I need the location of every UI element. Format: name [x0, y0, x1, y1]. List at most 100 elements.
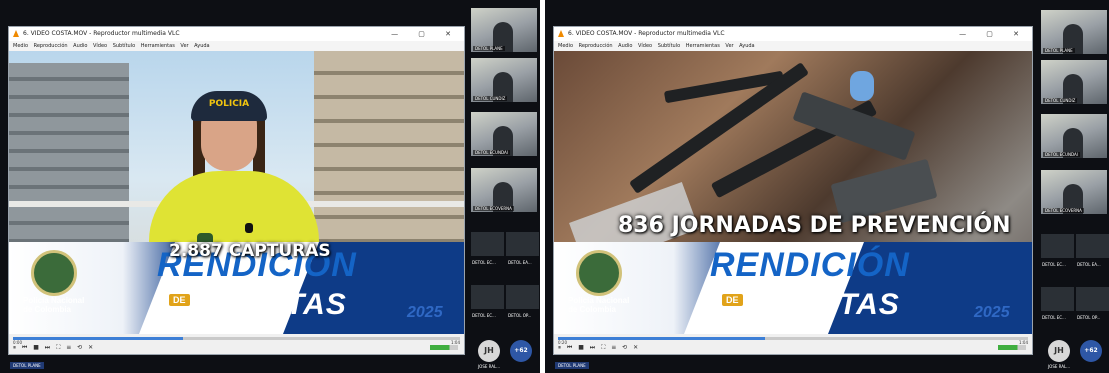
participant-mini-tile[interactable]	[1076, 234, 1109, 258]
participant-name: DETOL EA...	[1077, 262, 1101, 267]
control-buttons[interactable]: ⏸ ⏮ ■ ⏭ ⛶ ≡ ⟲ ✕	[13, 344, 95, 352]
menu-ayuda[interactable]: Ayuda	[194, 43, 209, 49]
org-name: Policía Nacional de Colombia	[568, 296, 629, 314]
participant-mini-tile[interactable]	[1041, 234, 1074, 258]
participant-name: DETOL ECOVERNA	[473, 206, 514, 211]
participant-name: DETOL EA...	[508, 260, 532, 265]
participant-avatar[interactable]: JH	[478, 340, 500, 362]
playback-controls: 0:20 1:04 ⏸ ⏮ ■ ⏭ ⛶ ≡ ⟲ ✕	[554, 334, 1032, 354]
banner-de: DE	[722, 294, 743, 306]
menu-ver[interactable]: Ver	[180, 43, 188, 49]
vlc-window[interactable]: 6. VIDEO COSTA.MOV - Reproductor multime…	[8, 26, 465, 355]
participant-name: DETOL EC...	[472, 313, 496, 318]
participant-name: DETOL CUNDIZ	[473, 96, 508, 101]
participant-name: DETOL OP...	[508, 313, 532, 318]
menu-herramientas[interactable]: Herramientas	[686, 43, 720, 49]
org-line-1: Policía Nacional	[23, 296, 85, 305]
participant-name: DETOL ECUNDAI	[473, 150, 510, 155]
menu-ayuda[interactable]: Ayuda	[739, 43, 754, 49]
video-caption: 836 JORNADAS DE PREVENCIÓN	[618, 213, 1011, 238]
menu-video[interactable]: Vídeo	[638, 43, 652, 49]
org-line-1: Policía Nacional	[568, 296, 630, 305]
participant-tile[interactable]: DETOL CUNDIZ	[471, 58, 537, 102]
speaker-tag: DETOL PLANE	[10, 362, 44, 369]
cap-text: POLICIA	[208, 99, 250, 109]
banner-cuentas: CUENTAS	[750, 288, 900, 321]
participant-tile[interactable]: DETOL ECOVERNA	[471, 168, 537, 212]
participant-tile[interactable]: DETOL PLANE	[471, 8, 537, 52]
participant-mini-tile[interactable]	[1076, 287, 1109, 311]
banner-rendicion: RENDICIÓN	[710, 246, 910, 284]
participant-name: DETOL ECUNDAI	[1043, 152, 1080, 157]
participant-tile[interactable]: DETOL ECUNDAI	[1041, 114, 1107, 158]
seek-progress	[558, 337, 765, 340]
participant-mini-tile[interactable]	[506, 232, 539, 256]
glove-hand	[850, 71, 874, 101]
banner-year: 2025	[974, 304, 1010, 321]
menu-audio[interactable]: Audio	[73, 43, 87, 49]
menu-medio[interactable]: Medio	[558, 43, 573, 49]
seek-bar[interactable]	[13, 337, 460, 340]
menu-bar: Medio Reproducción Audio Vídeo Subtítulo…	[9, 41, 464, 51]
participant-tile[interactable]: DETOL ECUNDAI	[471, 112, 537, 156]
menu-reproduccion[interactable]: Reproducción	[579, 43, 613, 49]
banner-cuentas: CUENTAS	[197, 288, 347, 321]
menu-herramientas[interactable]: Herramientas	[141, 43, 175, 49]
avatar-name: JOSE RAL...	[1048, 364, 1071, 369]
participant-tile[interactable]: DETOL PLANE	[1041, 10, 1107, 54]
volume-slider[interactable]	[430, 345, 458, 350]
window-controls[interactable]: — ▢ ✕	[959, 27, 1028, 41]
participant-tile[interactable]: DETOL CUNDIZ	[1041, 60, 1107, 104]
menu-medio[interactable]: Medio	[13, 43, 28, 49]
more-participants-button[interactable]: +62	[1080, 340, 1102, 362]
participant-avatar[interactable]: JH	[1048, 340, 1070, 362]
video-caption: 2.887 CAPTURAS	[169, 241, 331, 261]
banner-de: DE	[169, 294, 190, 306]
playback-controls: 0:00 1:04 ⏸ ⏮ ■ ⏭ ⛶ ≡ ⟲ ✕	[9, 334, 464, 354]
rendicion-banner: Policía Nacional de Colombia RENDICIÓN DE…	[554, 242, 1032, 334]
menu-subtitulo[interactable]: Subtítulo	[658, 43, 680, 49]
participant-name: DETOL CUNDIZ	[1043, 98, 1078, 103]
org-name: Policía Nacional de Colombia	[23, 296, 84, 314]
menu-audio[interactable]: Audio	[618, 43, 632, 49]
video-frame[interactable]: Policía Nacional de Colombia RENDICIÓN DE…	[554, 51, 1032, 334]
menu-video[interactable]: Vídeo	[93, 43, 107, 49]
seek-bar[interactable]	[558, 337, 1028, 340]
participant-name: DETOL EC...	[472, 260, 496, 265]
seek-progress	[13, 337, 183, 340]
participant-name: DETOL OP...	[1077, 315, 1101, 320]
window-controls[interactable]: — ▢ ✕	[391, 27, 460, 41]
vlc-window[interactable]: 6. VIDEO COSTA.MOV - Reproductor multime…	[553, 26, 1033, 355]
building-left	[9, 63, 129, 253]
window-titlebar: 6. VIDEO COSTA.MOV - Reproductor multime…	[9, 27, 464, 41]
window-title: 6. VIDEO COSTA.MOV - Reproductor multime…	[568, 30, 725, 37]
participant-name: DETOL ECOVERNA	[1043, 208, 1084, 213]
participant-mini-tile[interactable]	[1041, 287, 1074, 311]
window-titlebar: 6. VIDEO COSTA.MOV - Reproductor multime…	[554, 27, 1032, 41]
meeting-view-right: 6. VIDEO COSTA.MOV - Reproductor multime…	[545, 0, 1109, 373]
microphone-icon	[245, 223, 253, 233]
menu-subtitulo[interactable]: Subtítulo	[113, 43, 135, 49]
window-title: 6. VIDEO COSTA.MOV - Reproductor multime…	[23, 30, 180, 37]
participant-mini-tile[interactable]	[506, 285, 539, 309]
participant-mini-tile[interactable]	[471, 285, 504, 309]
menu-ver[interactable]: Ver	[725, 43, 733, 49]
banner-year: 2025	[407, 304, 443, 321]
video-frame[interactable]: POLICIA Policía Nacional de Colombia REND…	[9, 51, 464, 334]
participant-name: DETOL PLANE	[1043, 48, 1075, 53]
volume-slider[interactable]	[998, 345, 1026, 350]
more-participants-button[interactable]: +62	[510, 340, 532, 362]
participant-name: DETOL EC...	[1042, 315, 1066, 320]
meeting-view-left: 6. VIDEO COSTA.MOV - Reproductor multime…	[0, 0, 540, 373]
vlc-cone-icon	[558, 30, 564, 37]
org-line-2: de Colombia	[568, 305, 617, 314]
control-buttons[interactable]: ⏸ ⏮ ■ ⏭ ⛶ ≡ ⟲ ✕	[558, 344, 640, 352]
police-seal-icon	[31, 250, 77, 296]
vlc-cone-icon	[13, 30, 19, 37]
avatar-name: JOSE RAL...	[478, 364, 501, 369]
participant-mini-tile[interactable]	[471, 232, 504, 256]
org-line-2: de Colombia	[23, 305, 72, 314]
participant-name: DETOL EC...	[1042, 262, 1066, 267]
participant-tile[interactable]: DETOL ECOVERNA	[1041, 170, 1107, 214]
menu-reproduccion[interactable]: Reproducción	[34, 43, 68, 49]
